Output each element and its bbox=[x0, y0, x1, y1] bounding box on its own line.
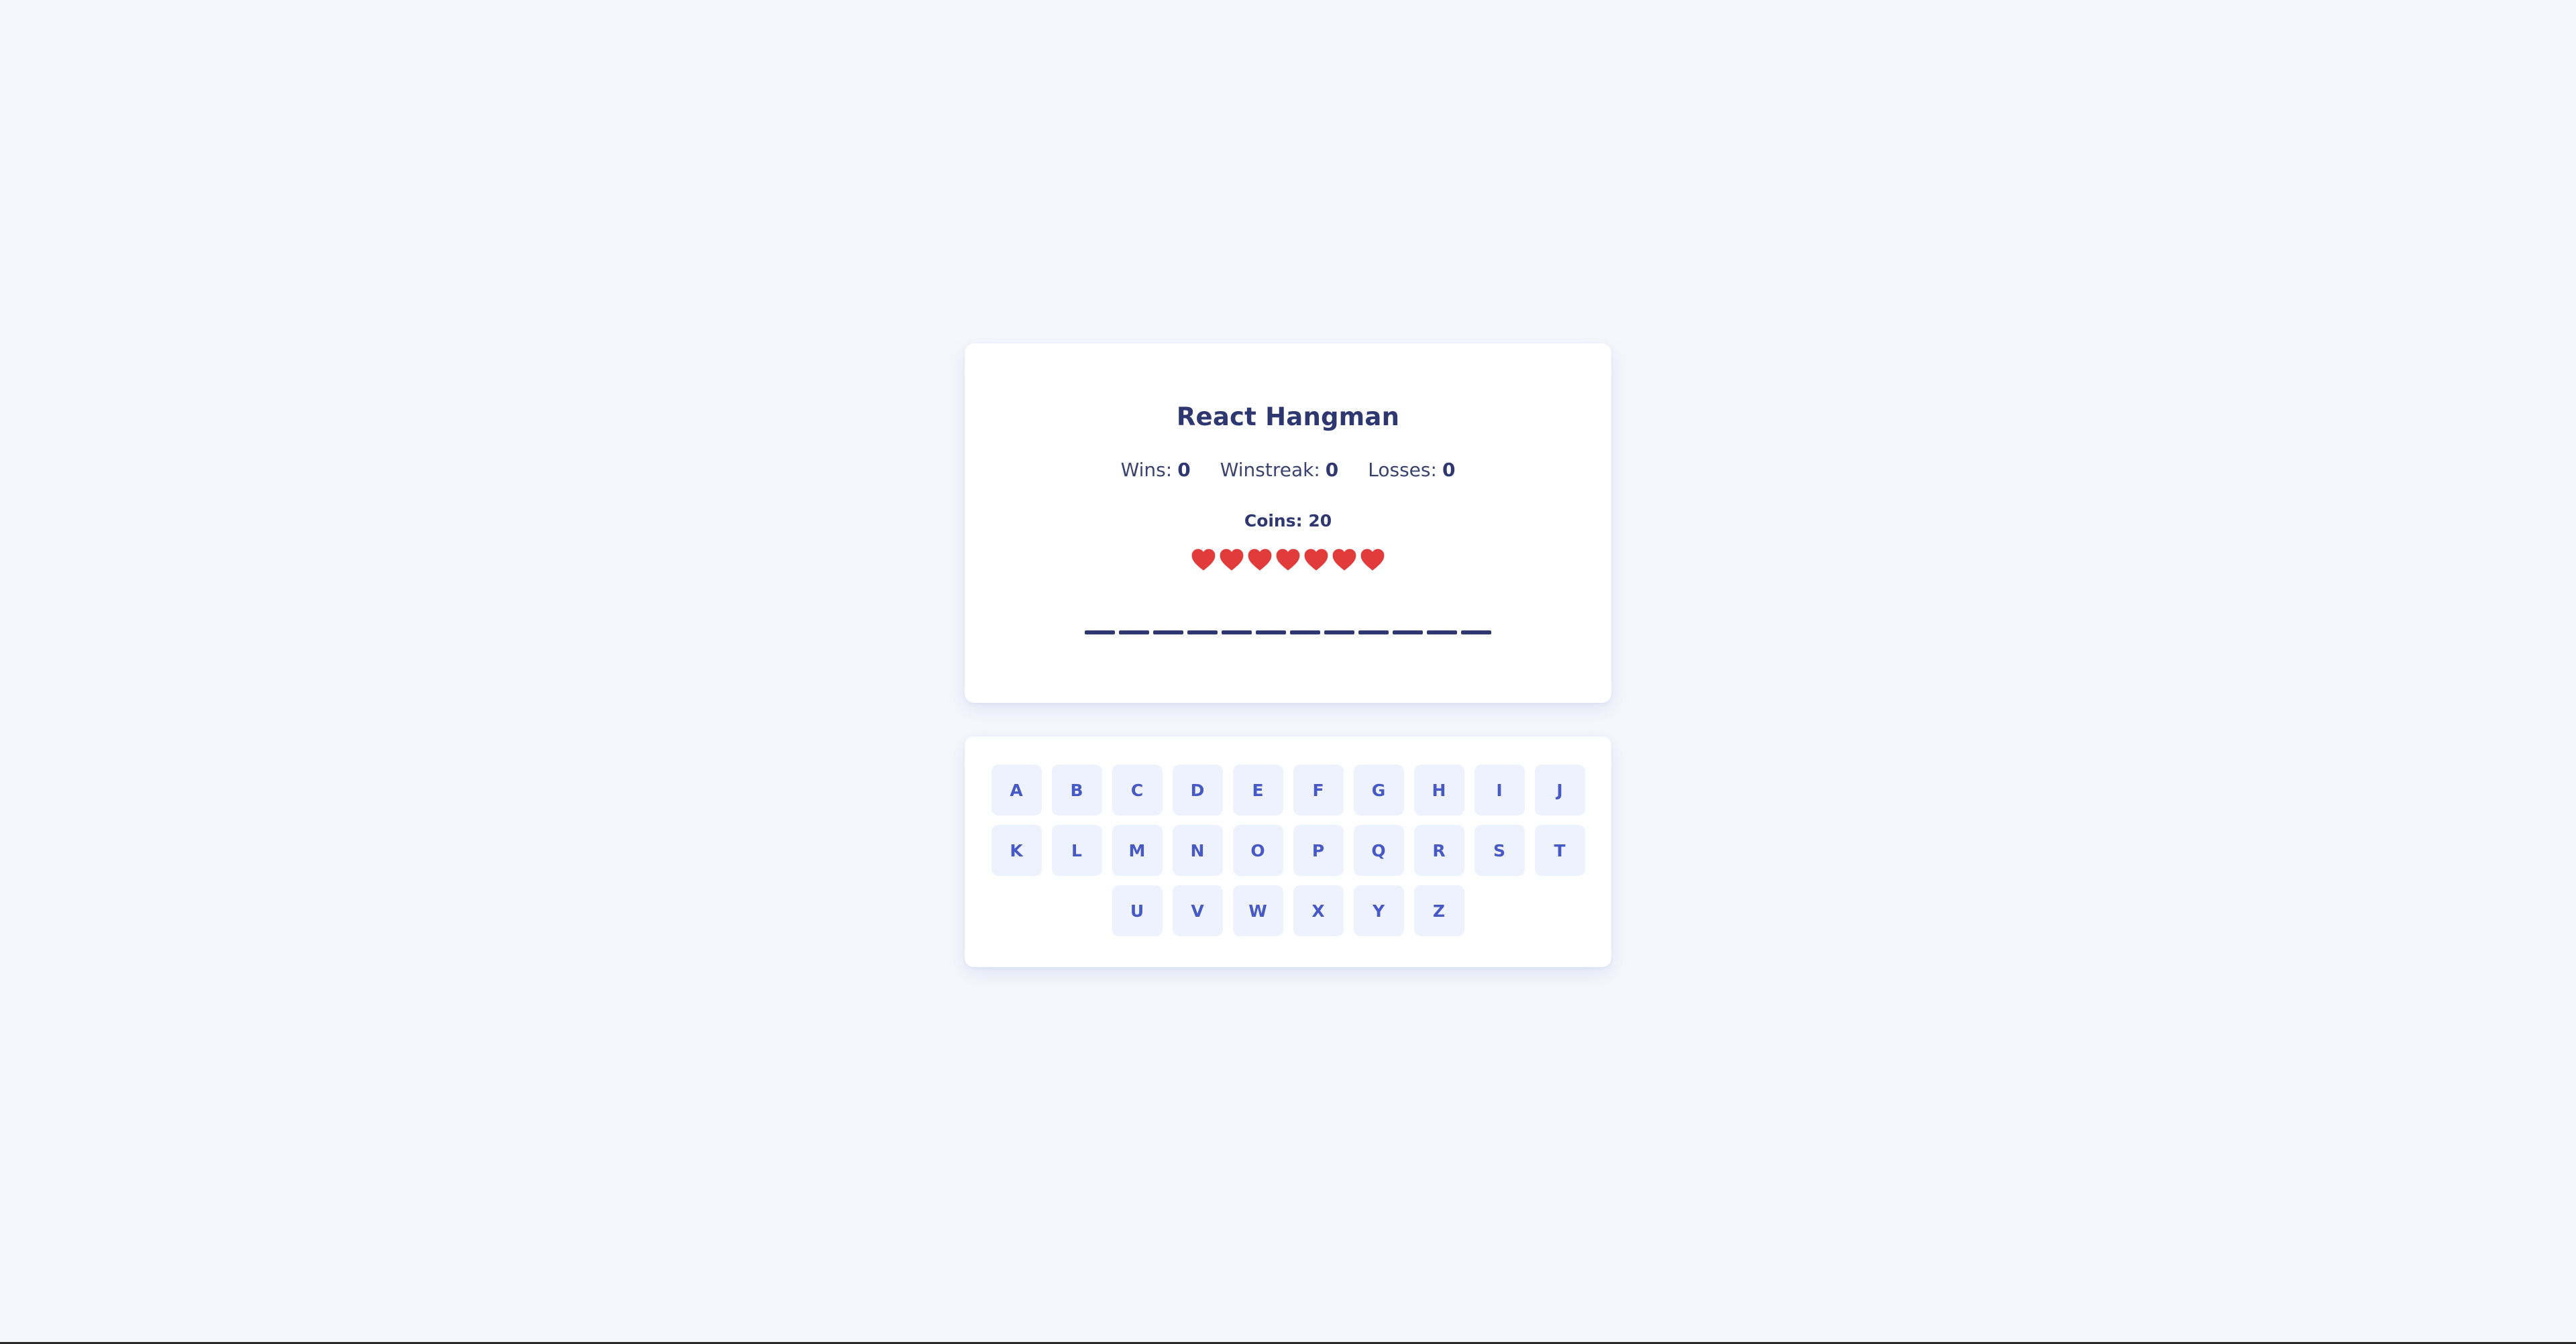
winstreak-label: Winstreak: bbox=[1220, 459, 1320, 481]
key-q-button[interactable]: Q bbox=[1353, 825, 1404, 876]
heart-icon bbox=[1248, 549, 1272, 571]
letter-slot bbox=[1153, 630, 1183, 634]
word-slots bbox=[965, 630, 1611, 634]
key-r-button[interactable]: R bbox=[1413, 825, 1464, 876]
key-e-button[interactable]: E bbox=[1232, 765, 1283, 816]
letter-slot bbox=[1324, 630, 1354, 634]
page: React Hangman Wins: 0 Winstreak: 0 Losses:… bbox=[0, 0, 2576, 1344]
wins-value: 0 bbox=[1177, 459, 1191, 481]
wins-stat: Wins: 0 bbox=[1121, 459, 1191, 481]
key-y-button[interactable]: Y bbox=[1353, 885, 1404, 936]
key-u-button[interactable]: U bbox=[1112, 885, 1163, 936]
letter-slot bbox=[1290, 630, 1320, 634]
key-k-button[interactable]: K bbox=[991, 825, 1042, 876]
key-f-button[interactable]: F bbox=[1293, 765, 1344, 816]
key-l-button[interactable]: L bbox=[1051, 825, 1102, 876]
letter-slot bbox=[1085, 630, 1115, 634]
letter-slot bbox=[1461, 630, 1491, 634]
letter-slot bbox=[1358, 630, 1389, 634]
coins-label: Coins: bbox=[1244, 511, 1303, 530]
losses-label: Losses: bbox=[1368, 459, 1437, 481]
key-x-button[interactable]: X bbox=[1293, 885, 1344, 936]
key-p-button[interactable]: P bbox=[1293, 825, 1344, 876]
heart-icon bbox=[1332, 549, 1356, 571]
losses-value: 0 bbox=[1442, 459, 1456, 481]
key-s-button[interactable]: S bbox=[1474, 825, 1525, 876]
letter-slot bbox=[1256, 630, 1286, 634]
wins-label: Wins: bbox=[1120, 459, 1173, 481]
key-n-button[interactable]: N bbox=[1172, 825, 1223, 876]
keyboard-row: UVWXYZ bbox=[1112, 885, 1464, 936]
coins-display: Coins: 20 bbox=[965, 511, 1611, 530]
heart-icon bbox=[1191, 549, 1216, 571]
winstreak-value: 0 bbox=[1325, 459, 1339, 481]
key-d-button[interactable]: D bbox=[1172, 765, 1223, 816]
key-a-button[interactable]: A bbox=[991, 765, 1042, 816]
key-h-button[interactable]: H bbox=[1413, 765, 1464, 816]
heart-icon bbox=[1220, 549, 1244, 571]
game-title: React Hangman bbox=[1176, 402, 1400, 431]
letter-slot bbox=[1393, 630, 1423, 634]
key-j-button[interactable]: J bbox=[1534, 765, 1585, 816]
key-c-button[interactable]: C bbox=[1112, 765, 1163, 816]
letter-slot bbox=[1187, 630, 1218, 634]
key-o-button[interactable]: O bbox=[1232, 825, 1283, 876]
letter-slot bbox=[1427, 630, 1457, 634]
game-card: React Hangman Wins: 0 Winstreak: 0 Losses:… bbox=[965, 343, 1611, 703]
key-m-button[interactable]: M bbox=[1112, 825, 1163, 876]
letter-slot bbox=[1119, 630, 1149, 634]
key-w-button[interactable]: W bbox=[1232, 885, 1283, 936]
keyboard-row: ABCDEFGHIJ bbox=[991, 765, 1585, 816]
coins-value: 20 bbox=[1308, 511, 1332, 530]
heart-icon bbox=[1276, 549, 1300, 571]
key-v-button[interactable]: V bbox=[1172, 885, 1223, 936]
lives-hearts bbox=[965, 547, 1611, 571]
winstreak-stat: Winstreak: 0 bbox=[1220, 459, 1339, 481]
heart-icon bbox=[1304, 549, 1328, 571]
keyboard-card: ABCDEFGHIJ KLMNOPQRST UVWXYZ bbox=[965, 736, 1611, 967]
keyboard-row: KLMNOPQRST bbox=[991, 825, 1585, 876]
key-t-button[interactable]: T bbox=[1534, 825, 1585, 876]
heart-icon bbox=[1360, 549, 1385, 571]
letter-slot bbox=[1222, 630, 1252, 634]
key-i-button[interactable]: I bbox=[1474, 765, 1525, 816]
letter-keyboard: ABCDEFGHIJ KLMNOPQRST UVWXYZ bbox=[965, 765, 1611, 936]
key-b-button[interactable]: B bbox=[1051, 765, 1102, 816]
stats-bar: Wins: 0 Winstreak: 0 Losses: 0 bbox=[965, 459, 1611, 481]
key-g-button[interactable]: G bbox=[1353, 765, 1404, 816]
key-z-button[interactable]: Z bbox=[1413, 885, 1464, 936]
losses-stat: Losses: 0 bbox=[1368, 459, 1455, 481]
